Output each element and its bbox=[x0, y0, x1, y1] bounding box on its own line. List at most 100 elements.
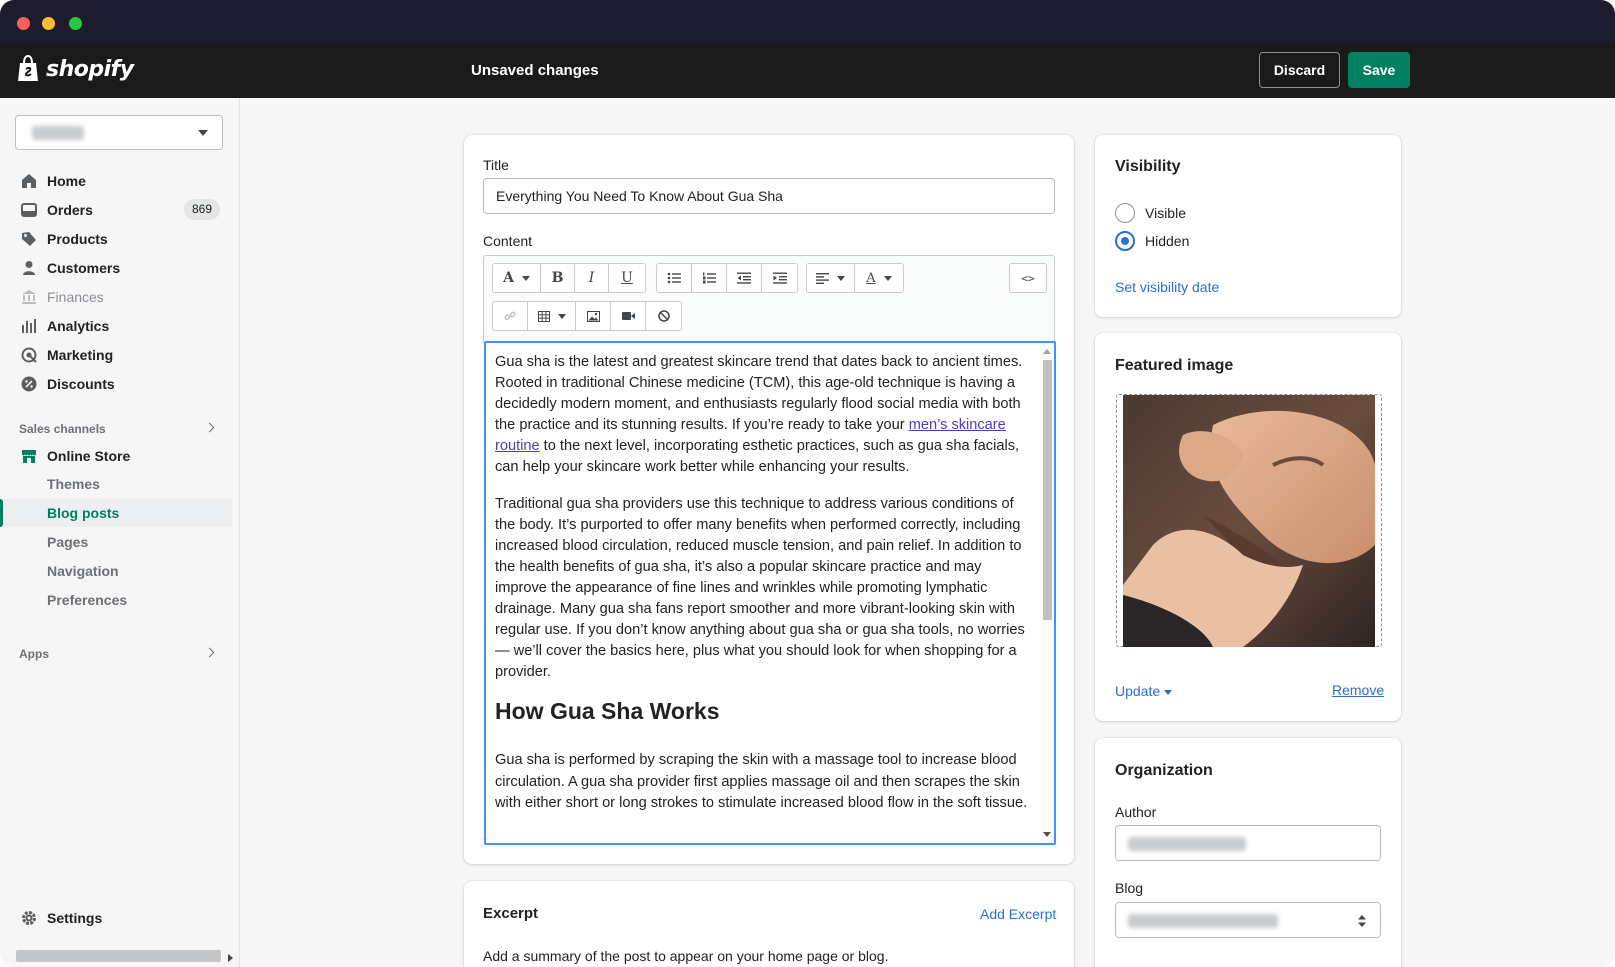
sidebar-item-analytics[interactable]: Analytics bbox=[0, 312, 232, 340]
numbered-list-button[interactable] bbox=[692, 264, 727, 292]
sales-channels-heading: Sales channels bbox=[19, 422, 106, 436]
video-icon bbox=[621, 312, 635, 320]
underline-button[interactable]: U bbox=[609, 264, 645, 292]
minimize-window-button[interactable] bbox=[42, 17, 55, 30]
app-window: shopify Unsaved changes Discard Save Hom… bbox=[0, 0, 1615, 967]
alignment-dropdown[interactable] bbox=[807, 264, 855, 292]
author-label: Author bbox=[1115, 804, 1157, 820]
excerpt-help-text: Add a summary of the post to appear on y… bbox=[483, 948, 889, 964]
orders-icon bbox=[21, 203, 37, 217]
scrollbar-thumb[interactable] bbox=[1043, 360, 1052, 620]
blog-select[interactable] bbox=[1115, 902, 1381, 938]
featured-image-title: Featured image bbox=[1115, 357, 1234, 374]
hidden-radio[interactable] bbox=[1115, 231, 1135, 251]
visible-radio-label: Visible bbox=[1145, 205, 1186, 221]
top-bar: shopify Unsaved changes Discard Save bbox=[0, 43, 1615, 98]
chevron-down-icon bbox=[521, 275, 530, 281]
editor-paragraph: Gua sha is the latest and greatest skinc… bbox=[495, 352, 1035, 479]
person-icon bbox=[23, 261, 35, 275]
sidebar-item-label: Finances bbox=[47, 289, 104, 305]
outdent-button[interactable] bbox=[727, 264, 762, 292]
bar-chart-icon bbox=[22, 319, 36, 333]
sidebar-item-label: Preferences bbox=[47, 592, 128, 608]
editor-text: Gua sha is the latest and greatest skinc… bbox=[495, 352, 1035, 829]
home-icon bbox=[22, 174, 36, 188]
table-icon bbox=[537, 310, 550, 322]
insert-group bbox=[492, 301, 682, 331]
insert-image-button[interactable] bbox=[576, 302, 611, 330]
outdent-icon bbox=[737, 272, 751, 284]
sidebar-subitem-blog-posts[interactable]: Blog posts bbox=[0, 499, 232, 527]
link-icon bbox=[504, 311, 516, 321]
update-image-dropdown[interactable]: Update bbox=[1115, 683, 1173, 699]
author-input[interactable] bbox=[1115, 825, 1381, 861]
content-editor[interactable]: Gua sha is the latest and greatest skinc… bbox=[484, 341, 1056, 845]
scroll-up-arrow-icon[interactable] bbox=[1043, 349, 1051, 354]
sidebar-horizontal-scrollbar[interactable] bbox=[16, 950, 221, 962]
close-window-button[interactable] bbox=[17, 17, 30, 30]
sidebar-item-label: Home bbox=[47, 173, 86, 189]
store-selector[interactable] bbox=[15, 115, 223, 150]
italic-button[interactable]: I bbox=[575, 264, 609, 292]
sidebar-item-finances[interactable]: Finances bbox=[0, 283, 232, 311]
indent-button[interactable] bbox=[762, 264, 797, 292]
sidebar-subitem-themes[interactable]: Themes bbox=[0, 470, 232, 498]
sidebar-subitem-pages[interactable]: Pages bbox=[0, 528, 232, 556]
target-icon bbox=[21, 347, 37, 363]
sidebar-item-label: Marketing bbox=[47, 347, 114, 363]
sidebar-item-settings[interactable]: Settings bbox=[0, 904, 232, 932]
visible-radio[interactable] bbox=[1115, 203, 1135, 223]
sidebar-item-label: Online Store bbox=[47, 448, 131, 464]
add-excerpt-link[interactable]: Add Excerpt bbox=[980, 906, 1056, 922]
apps-heading: Apps bbox=[19, 647, 49, 661]
text-format-group: A B I U bbox=[492, 263, 646, 293]
set-visibility-date-link[interactable]: Set visibility date bbox=[1115, 279, 1219, 295]
bulleted-list-button[interactable] bbox=[657, 264, 692, 292]
select-arrows-icon bbox=[1358, 915, 1366, 927]
clear-formatting-button[interactable] bbox=[646, 302, 681, 330]
chevron-right-icon[interactable] bbox=[204, 422, 215, 433]
shopify-logo[interactable]: shopify bbox=[16, 55, 134, 83]
text-color-icon: A bbox=[866, 270, 876, 286]
sidebar-item-discounts[interactable]: Discounts bbox=[0, 370, 232, 398]
alignment-color-group: A bbox=[806, 263, 904, 293]
image-icon bbox=[586, 310, 600, 322]
featured-image-photo bbox=[1123, 395, 1375, 647]
maximize-window-button[interactable] bbox=[69, 17, 82, 30]
code-view-button[interactable]: <> bbox=[1010, 264, 1046, 292]
discard-button[interactable]: Discard bbox=[1259, 52, 1340, 88]
sidebar-subitem-preferences[interactable]: Preferences bbox=[0, 586, 232, 614]
sidebar-item-online-store[interactable]: Online Store bbox=[0, 442, 232, 470]
sidebar-item-orders[interactable]: Orders 869 bbox=[0, 196, 232, 224]
chevron-down-icon bbox=[557, 313, 566, 319]
chevron-down-icon bbox=[883, 275, 892, 281]
remove-image-link[interactable]: Remove bbox=[1332, 682, 1384, 698]
text-color-dropdown[interactable]: A bbox=[855, 264, 903, 292]
scroll-down-arrow-icon[interactable] bbox=[1043, 832, 1051, 837]
sidebar-item-label: Themes bbox=[47, 476, 100, 492]
title-input[interactable]: Everything You Need To Know About Gua Sh… bbox=[483, 178, 1055, 214]
editor-scrollbar[interactable] bbox=[1040, 343, 1054, 843]
list-group bbox=[656, 263, 798, 293]
sidebar-item-home[interactable]: Home bbox=[0, 167, 232, 195]
title-label: Title bbox=[483, 157, 509, 173]
sidebar-item-products[interactable]: Products bbox=[0, 225, 232, 253]
sidebar-item-label: Settings bbox=[47, 910, 103, 926]
save-button[interactable]: Save bbox=[1348, 52, 1410, 88]
scroll-right-arrow-icon[interactable] bbox=[228, 954, 233, 962]
insert-table-dropdown[interactable] bbox=[528, 302, 576, 330]
font-style-dropdown[interactable]: A bbox=[493, 264, 541, 292]
editor-paragraph: Traditional gua sha providers use this t… bbox=[495, 495, 1025, 681]
chevron-down-icon bbox=[837, 275, 845, 281]
sidebar-item-marketing[interactable]: Marketing bbox=[0, 341, 232, 369]
insert-video-button[interactable] bbox=[611, 302, 646, 330]
featured-image-dropzone[interactable] bbox=[1116, 394, 1382, 647]
insert-link-button[interactable] bbox=[493, 302, 528, 330]
chevron-right-icon[interactable] bbox=[204, 647, 215, 658]
blog-label: Blog bbox=[1115, 880, 1144, 896]
sidebar-item-customers[interactable]: Customers bbox=[0, 254, 232, 282]
bold-button[interactable]: B bbox=[541, 264, 575, 292]
sidebar-subitem-navigation[interactable]: Navigation bbox=[0, 557, 232, 585]
blog-name-redacted bbox=[1128, 914, 1278, 928]
bank-icon bbox=[22, 290, 36, 304]
